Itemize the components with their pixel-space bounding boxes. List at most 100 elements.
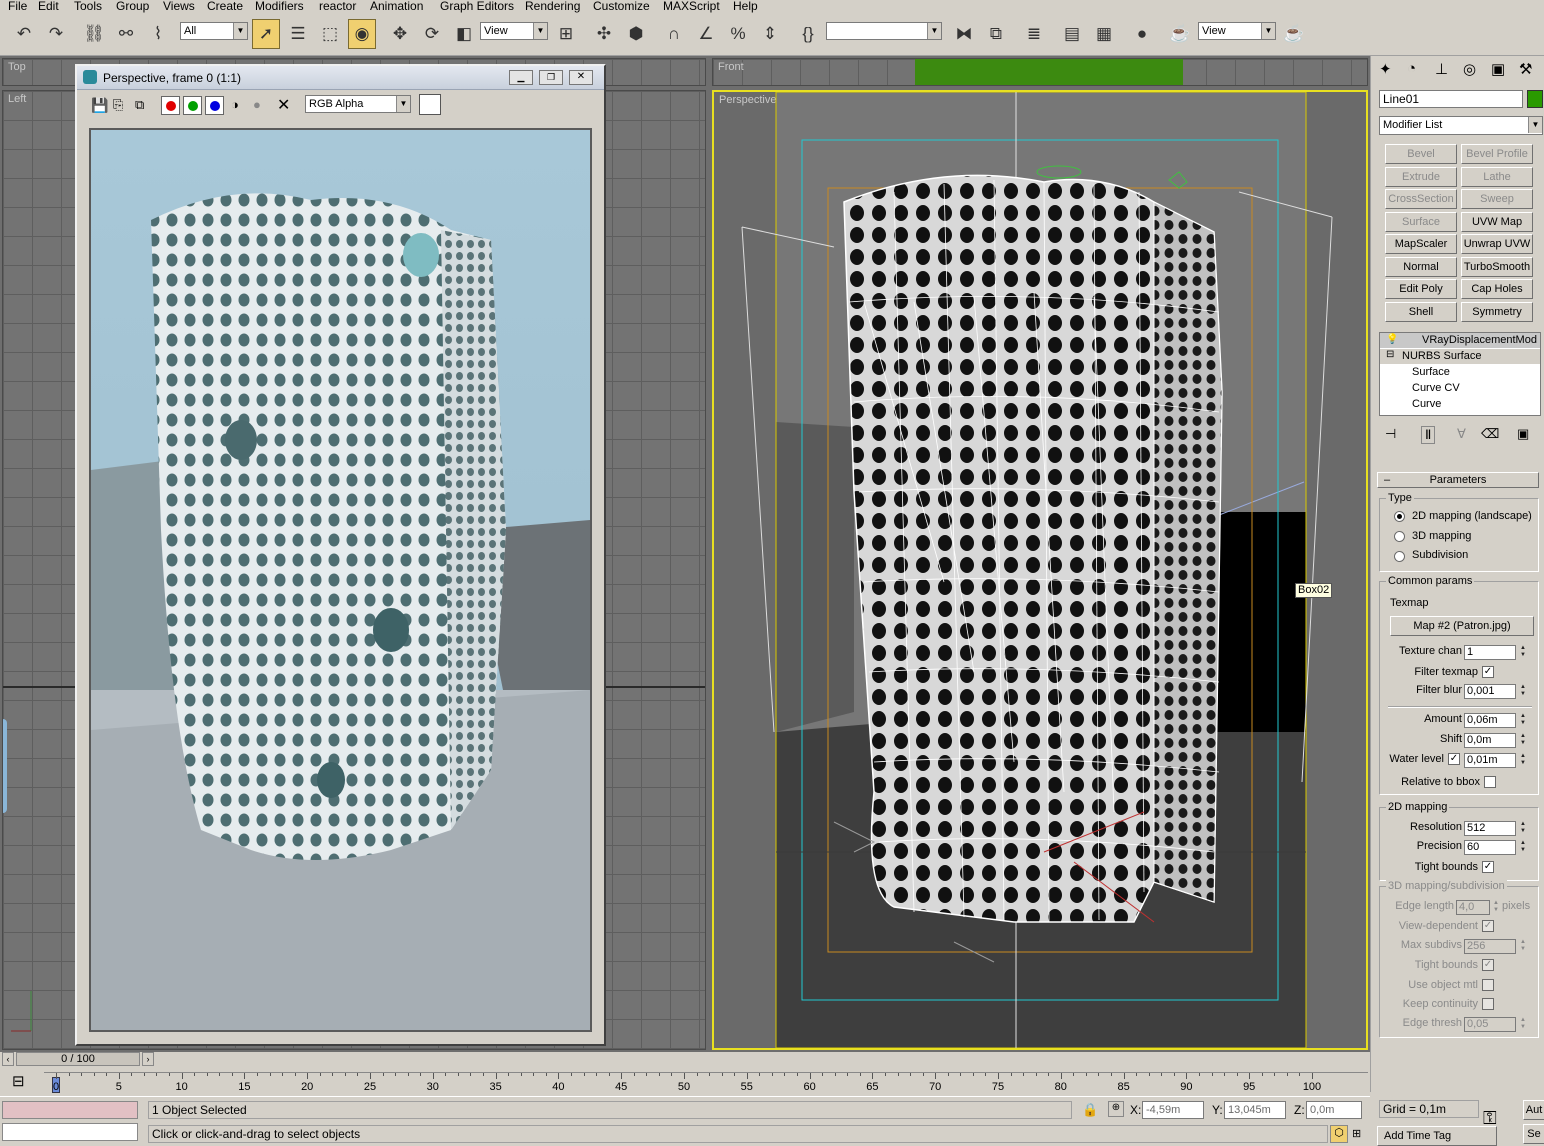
viewport-tools-icon[interactable]: ⊞ <box>1352 1127 1361 1140</box>
type-2d-radio[interactable] <box>1394 511 1405 522</box>
blue-channel-toggle[interactable] <box>205 96 224 115</box>
make-unique-icon[interactable]: ∀ <box>1457 426 1466 442</box>
show-end-result-icon[interactable]: Ⅱ <box>1421 426 1436 444</box>
spinner-snap-icon[interactable]: ⇕ <box>756 19 784 49</box>
stack-subitem-surface[interactable]: Surface <box>1412 366 1450 378</box>
undo-icon[interactable]: ↶ <box>10 19 38 49</box>
menu-animation[interactable]: Animation <box>370 0 423 13</box>
set-key-button[interactable]: Se <box>1523 1124 1544 1144</box>
window-crossing-icon[interactable]: ◉ <box>348 19 376 49</box>
parameters-rollout-header[interactable]: – Parameters <box>1377 472 1539 488</box>
stack-item-nurbs[interactable]: ⊟ NURBS Surface <box>1380 349 1540 364</box>
modifier-stack[interactable]: 💡 VRayDisplacementMod ⊟ NURBS Surface Su… <box>1379 332 1541 416</box>
scale-icon[interactable]: ◧ <box>450 19 478 49</box>
water-level-spinner[interactable]: ▲ ▼ <box>1518 753 1528 768</box>
modifier-button-unwrap-uvw[interactable]: Unwrap UVW <box>1461 234 1533 254</box>
modifier-button-edit-poly[interactable]: Edit Poly <box>1385 279 1457 299</box>
pixel-color-swatch[interactable] <box>419 94 441 115</box>
object-name-input[interactable]: Line01 <box>1379 90 1523 108</box>
display-channel-dropdown[interactable]: RGB Alpha ▼ <box>305 95 411 113</box>
add-time-tag-button[interactable]: Add Time Tag <box>1377 1126 1497 1146</box>
z-coordinate-input[interactable]: 0,0m <box>1306 1101 1362 1119</box>
curve-editor-icon[interactable]: ▤ <box>1058 19 1086 49</box>
precision-spinner[interactable]: ▲ ▼ <box>1518 840 1528 855</box>
modifier-button-bevel-profile[interactable]: Bevel Profile <box>1461 144 1533 164</box>
snap-toggle-icon[interactable]: ∩ <box>660 19 688 49</box>
modifier-button-uvw-map[interactable]: UVW Map <box>1461 211 1533 232</box>
monochrome-icon[interactable]: ● <box>253 97 261 112</box>
object-color-swatch[interactable] <box>1527 90 1543 108</box>
restore-button[interactable]: ❐ <box>539 70 563 85</box>
modifier-button-normal[interactable]: Normal <box>1385 256 1457 277</box>
time-slider-right-icon[interactable]: › <box>142 1052 154 1066</box>
selection-lock-toggle[interactable]: ⬡ <box>1330 1125 1348 1143</box>
viewport-perspective[interactable]: Perspective Box02 <box>712 90 1368 1050</box>
time-slider-left-icon[interactable]: ‹ <box>2 1052 14 1066</box>
save-image-icon[interactable]: 💾 <box>91 97 108 114</box>
menu-rendering[interactable]: Rendering <box>525 0 580 13</box>
modifier-button-bevel[interactable]: Bevel <box>1385 144 1457 164</box>
clear-icon[interactable]: ✕ <box>277 95 290 115</box>
max-subdivs-input[interactable]: 256 <box>1464 939 1516 954</box>
modifier-button-shell[interactable]: Shell <box>1385 301 1457 322</box>
menu-edit[interactable]: Edit <box>38 0 59 13</box>
texture-chan-spinner[interactable]: ▲ ▼ <box>1518 645 1528 660</box>
close-button[interactable]: ✕ <box>569 70 593 85</box>
edge-thresh-spinner[interactable]: ▲ ▼ <box>1518 1017 1528 1032</box>
menu-create[interactable]: Create <box>207 0 243 13</box>
modifier-button-sweep[interactable]: Sweep <box>1461 189 1533 209</box>
modifier-button-extrude[interactable]: Extrude <box>1385 166 1457 187</box>
resolution-input[interactable]: 512 <box>1464 821 1516 836</box>
collapse-icon[interactable]: ⊟ <box>1386 349 1394 360</box>
modifier-button-mapscaler[interactable]: MapScaler <box>1385 234 1457 254</box>
x-coordinate-input[interactable]: -4,59m <box>1142 1101 1204 1119</box>
y-coordinate-input[interactable]: 13,045m <box>1224 1101 1286 1119</box>
modifier-button-cap-holes[interactable]: Cap Holes <box>1461 279 1533 299</box>
reference-coordinate-dropdown[interactable]: View ▼ <box>480 22 548 40</box>
modifier-button-lathe[interactable]: Lathe <box>1461 166 1533 187</box>
modifier-button-symmetry[interactable]: Symmetry <box>1461 301 1533 322</box>
hierarchy-tab-icon[interactable]: ⊥ <box>1435 60 1448 78</box>
clone-window-icon[interactable]: ⧉ <box>135 97 144 113</box>
menu-graph-editors[interactable]: Graph Editors <box>440 0 514 13</box>
type-subdivision-radio[interactable] <box>1394 551 1405 562</box>
amount-input[interactable]: 0,06m <box>1464 713 1516 728</box>
viewport-front[interactable]: Front <box>712 58 1368 86</box>
filter-blur-input[interactable]: 0,001 <box>1464 684 1516 699</box>
motion-tab-icon[interactable]: ◎ <box>1463 60 1476 78</box>
menu-reactor[interactable]: reactor <box>319 0 356 13</box>
rectangle-selection-icon[interactable]: ⬚ <box>316 19 344 49</box>
schematic-view-icon[interactable]: ▦ <box>1090 19 1118 49</box>
rendered-frame-titlebar[interactable]: Perspective, frame 0 (1:1) ▁ ❐ ✕ <box>77 66 604 90</box>
filter-texmap-checkbox[interactable]: ✓ <box>1482 666 1494 678</box>
keyboard-shortcut-icon[interactable]: ⬢ <box>622 19 650 49</box>
render-setup-icon[interactable]: ☕ <box>1166 19 1194 49</box>
pivot-center-icon[interactable]: ⊞ <box>552 19 580 49</box>
display-tab-icon[interactable]: ▣ <box>1491 60 1505 78</box>
remove-modifier-icon[interactable]: ⌫ <box>1481 426 1499 442</box>
max-subdivs-spinner[interactable]: ▲ ▼ <box>1518 939 1528 954</box>
red-channel-toggle[interactable] <box>161 96 180 115</box>
edge-length-spinner[interactable]: ▲ ▼ <box>1491 900 1501 915</box>
material-editor-icon[interactable]: ● <box>1128 19 1156 49</box>
edit-named-selection-icon[interactable]: {} <box>794 19 822 49</box>
pin-stack-icon[interactable]: ⊣ <box>1385 426 1396 442</box>
minimize-button[interactable]: ▁ <box>509 70 533 85</box>
green-channel-toggle[interactable] <box>183 96 202 115</box>
modifier-button-surface[interactable]: Surface <box>1385 211 1457 232</box>
amount-spinner[interactable]: ▲ ▼ <box>1518 713 1528 728</box>
viewport-label[interactable]: Front <box>718 61 744 73</box>
menu-help[interactable]: Help <box>733 0 758 13</box>
select-manipulate-icon[interactable]: ✣ <box>590 19 618 49</box>
alpha-channel-icon[interactable]: ◑ <box>231 97 239 112</box>
stack-item-vray[interactable]: 💡 VRayDisplacementMod <box>1380 333 1540 348</box>
menu-group[interactable]: Group <box>116 0 149 13</box>
quick-render-icon[interactable]: ☕ <box>1280 19 1308 49</box>
shift-input[interactable]: 0,0m <box>1464 733 1516 748</box>
track-bar[interactable]: 0 5 10 15 20 25 30 35 40 45 50 55 60 65 70 75 80 85 90 95 10… <box>44 1072 1368 1096</box>
named-selection-dropdown[interactable]: ▼ <box>826 22 942 40</box>
lightbulb-icon[interactable]: 💡 <box>1386 334 1398 345</box>
viewport-label[interactable]: Top <box>8 61 26 73</box>
bind-space-warp-icon[interactable]: ⌇ <box>144 19 172 49</box>
angle-snap-icon[interactable]: ∠ <box>692 19 720 49</box>
